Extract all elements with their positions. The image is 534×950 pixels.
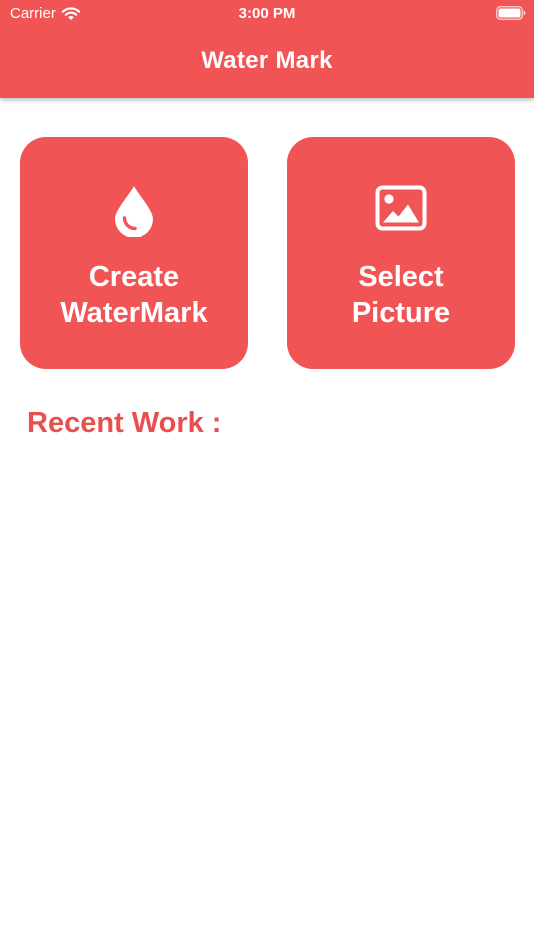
app-screen: Carrier 3:00 PM Water Mark Create WaterM…	[0, 0, 534, 950]
status-bar: Carrier 3:00 PM	[0, 0, 534, 28]
water-drop-icon	[115, 186, 153, 237]
battery-icon	[496, 6, 526, 20]
create-watermark-button[interactable]: Create WaterMark	[20, 137, 248, 369]
status-time: 3:00 PM	[238, 5, 296, 22]
page-title: Water Mark	[201, 47, 333, 74]
image-icon	[375, 185, 427, 231]
app-header: Carrier 3:00 PM Water Mark	[0, 0, 534, 98]
select-picture-button[interactable]: Select Picture	[287, 137, 515, 369]
select-picture-label: Select Picture	[351, 261, 451, 329]
create-watermark-label: Create WaterMark	[60, 261, 208, 329]
recent-work-heading: Recent Work :	[27, 407, 222, 439]
